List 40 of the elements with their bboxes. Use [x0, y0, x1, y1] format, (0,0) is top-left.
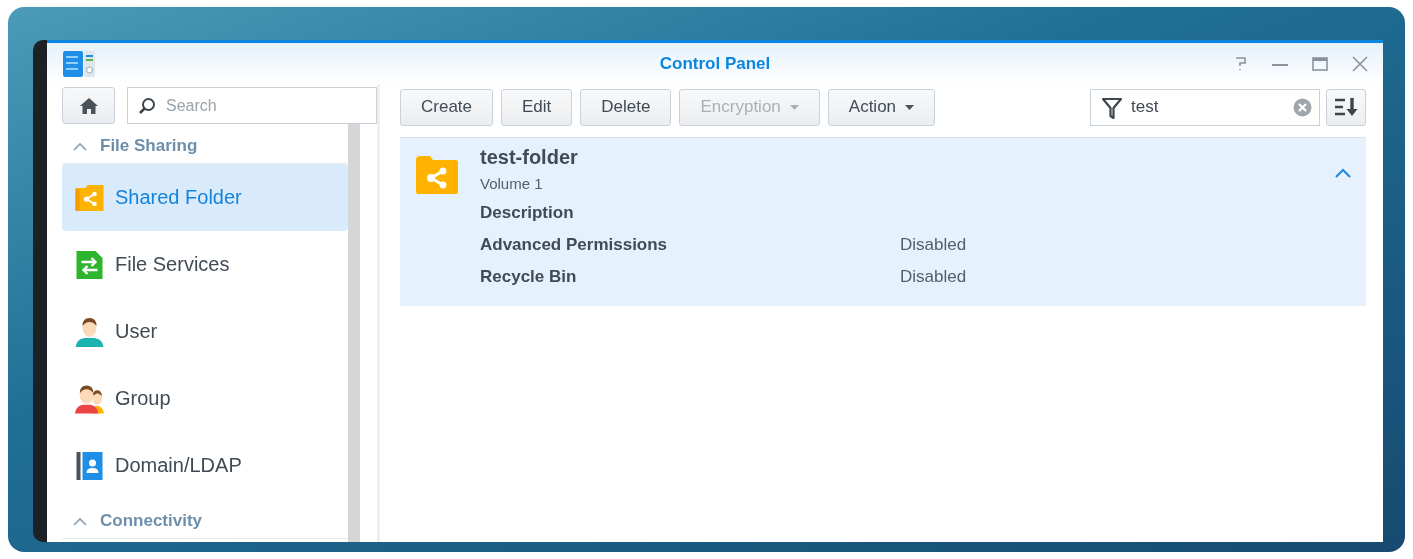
maximize-icon[interactable]	[1311, 54, 1329, 73]
home-button[interactable]	[62, 87, 115, 124]
detail-label: Recycle Bin	[480, 267, 578, 287]
sidebar-item[interactable]: Domain/LDAP	[62, 432, 348, 499]
detail-value: Disabled	[900, 235, 967, 255]
clear-icon[interactable]	[1293, 97, 1312, 117]
help-icon[interactable]	[1233, 54, 1249, 73]
shared-folder-icon	[416, 156, 458, 194]
folder-name: test-folder	[480, 146, 579, 169]
toolbar-button[interactable]: Edit	[501, 88, 573, 126]
collapse-icon[interactable]	[72, 516, 88, 526]
collapse-icon[interactable]	[1334, 168, 1352, 179]
control-panel-icon	[63, 50, 95, 77]
search-icon	[138, 97, 156, 115]
directory-icon	[74, 450, 105, 481]
home-icon	[78, 96, 99, 115]
detail-label: Advanced Permissions	[480, 235, 669, 255]
volume-label: Volume 1	[480, 175, 544, 192]
toolbar-button[interactable]: Create	[400, 88, 494, 126]
file-exchange-icon	[74, 249, 105, 280]
sort-icon	[1334, 97, 1358, 117]
detail-label: Description	[480, 203, 575, 223]
toolbar-button[interactable]: Action	[827, 88, 936, 126]
sidebar-item[interactable]: Group	[62, 365, 348, 432]
collapse-icon[interactable]	[72, 141, 88, 151]
sort-button[interactable]	[1326, 88, 1366, 126]
filter-icon	[1102, 96, 1122, 119]
filter-field[interactable]: test	[1090, 88, 1320, 126]
close-icon[interactable]	[1351, 54, 1369, 73]
search-field[interactable]: Search	[127, 87, 377, 124]
shared-folder-icon	[74, 183, 105, 212]
scrollbar[interactable]	[348, 124, 360, 542]
sidebar-item[interactable]: File Services	[62, 231, 348, 298]
toolbar-button[interactable]: Delete	[580, 88, 672, 126]
user-icon	[74, 316, 105, 347]
folder-card[interactable]: test-folder Volume 1 Description Advanced Permissions Disabled Recycle Bin Disabled	[400, 137, 1366, 306]
window-title: Control Panel	[659, 53, 771, 74]
group-icon	[74, 383, 105, 414]
detail-value: Disabled	[900, 267, 967, 287]
sidebar-item[interactable]: User	[62, 298, 348, 365]
